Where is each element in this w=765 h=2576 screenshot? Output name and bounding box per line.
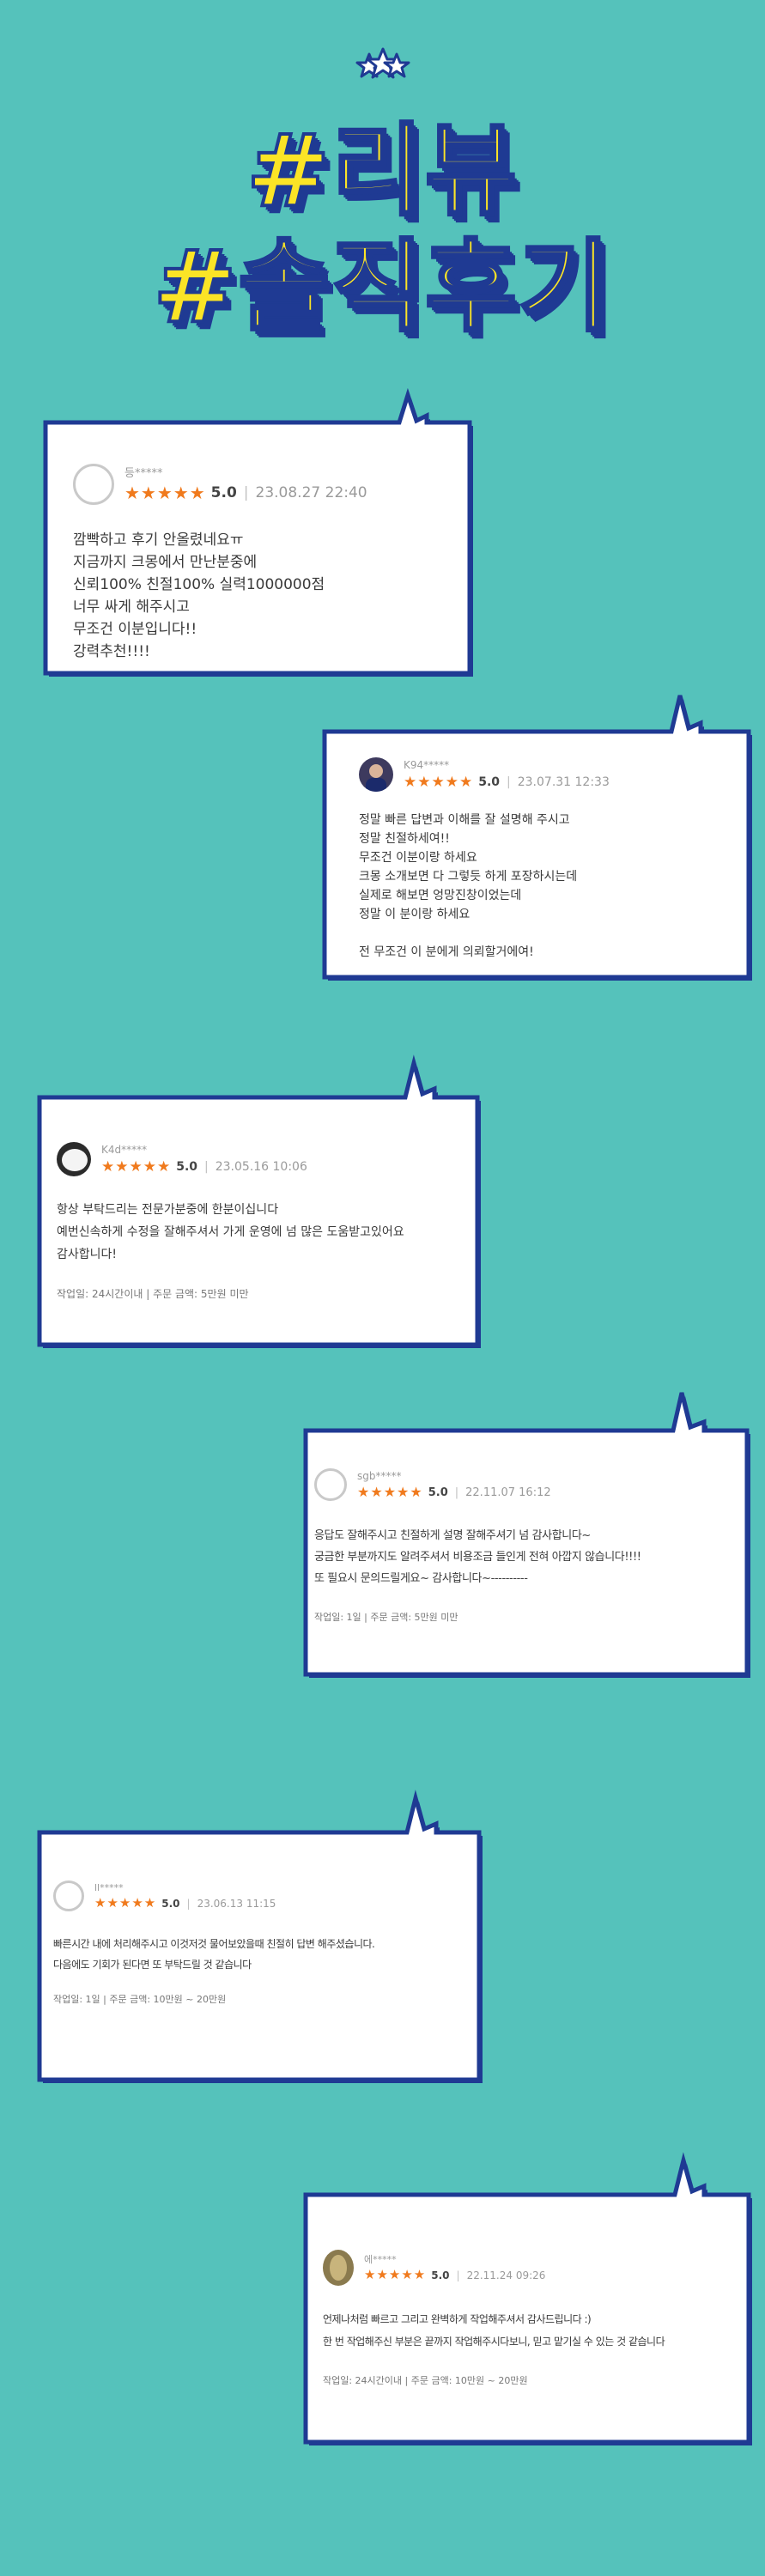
reviewer-name: ll***** [94,1881,124,1893]
divider: | [454,1485,459,1499]
avatar [73,464,114,505]
review-line: 정말 빠른 답변과 이해를 잘 설명해 주시고 [359,813,570,827]
review-line: 정말 이 분이랑 하세요 [359,908,471,921]
review-date: 22.11.24 09:26 [466,2269,546,2281]
review-card: K94***** ★★★★★ 5.0 | 23.07.31 12:33 정말 빠… [318,695,756,984]
avatar [57,1142,91,1176]
reviewer-name: K94***** [404,759,450,772]
divider: | [204,1160,209,1175]
review-card: ll***** ★★★★★ 5.0 | 23.06.13 11:15 빠른시간 … [33,1789,486,2087]
review-line: 무조건 이분이랑 하세요 [359,851,477,865]
review-text: 깜빡하고 후기 안올렸네요ㅠ 지금까지 크몽에서 만난분중에 신뢰100% 친절… [73,529,451,663]
reviewer-name: 등***** [124,467,163,481]
review-line: 깜빡하고 후기 안올렸네요ㅠ [73,532,244,549]
review-text: 빠른시간 내에 처리해주시고 이것저것 물어보았을때 친절히 답변 해주셨습니다… [53,1934,474,1975]
divider: | [507,775,511,790]
review-line: 다음에도 기회가 된다면 또 부탁드릴 것 같습니다 [53,1959,252,1971]
review-line: 빠른시간 내에 처리해주시고 이것저것 물어보았을때 친절히 답변 해주셨습니다… [53,1938,375,1950]
reviewer-name: sgb***** [357,1469,402,1482]
reviewer-name: 에***** [364,2253,397,2265]
review-date: 22.11.07 16:12 [465,1485,551,1499]
reviewer-name: K4d***** [101,1144,148,1157]
review-line: 궁금한 부분까지도 알려주셔서 비용조금 들인게 전혀 아깝지 않습니다!!!! [314,1551,641,1564]
review-line: 전 무조건 이 분에게 의뢰할거에여! [359,945,534,959]
review-text: 응답도 잘해주시고 친절하게 설명 잘해주셔기 넘 감사합니다~ 궁금한 부분까… [314,1525,744,1589]
avatar [53,1880,84,1911]
review-line: 정말 친절하세여!! [359,832,450,846]
review-text: 정말 빠른 답변과 이해를 잘 설명해 주시고 정말 친절하세여!! 무조건 이… [359,811,737,962]
header-title-honest-review: #솔직후기 [151,229,612,345]
rating-score: 5.0 [210,483,237,501]
order-info: 작업일: 1일 | 주문 금액: 10만원 ~ 20만원 [53,1994,227,2005]
review-text: 언제나처럼 빠르고 그리고 완벽하게 작업해주셔서 감사드립니다 :) 한 번 … [323,2308,749,2353]
review-date: 23.05.16 10:06 [215,1160,307,1175]
review-card: 등***** ★★★★★ 5.0 | 23.08.27 22:40 깜빡하고 후… [39,387,477,680]
avatar [323,2250,354,2286]
review-line: 언제나처럼 빠르고 그리고 완벽하게 작업해주셔서 감사드립니다 :) [323,2313,592,2325]
review-date: 23.06.13 11:15 [197,1897,276,1910]
divider: | [186,1897,191,1910]
review-line: 무조건 이분입니다!! [73,621,197,638]
review-line: 감사합니다! [57,1248,118,1261]
rating-score: 5.0 [161,1897,180,1910]
review-line [359,924,737,943]
avatar [314,1468,347,1501]
rating-stars-icon: ★★★★★ [357,1484,423,1501]
review-card: K4d***** ★★★★★ 5.0 | 23.05.16 10:06 항상 부… [33,1054,484,1352]
review-line: 예번신속하게 수정을 잘해주셔서 가게 운영에 넘 많은 도움받고있어요 [57,1225,404,1239]
review-line: 신뢰100% 친절100% 실력1000000점 [73,576,325,593]
rating-score: 5.0 [428,1485,448,1499]
review-line: 크몽 소개보면 다 그렇듯 하게 포장하시는데 [359,870,578,884]
rating-score: 5.0 [431,2269,450,2281]
order-info: 작업일: 1일 | 주문 금액: 5만원 미만 [314,1612,458,1623]
rating-stars-icon: ★★★★★ [94,1895,157,1911]
order-info: 작업일: 24시간이내 | 주문 금액: 10만원 ~ 20만원 [323,2375,528,2386]
review-date: 23.07.31 12:33 [517,775,610,790]
review-date: 23.08.27 22:40 [255,483,367,501]
review-text: 항상 부탁드리는 전문가분중에 한분이십니다 예번신속하게 수정을 잘해주셔서 … [57,1199,460,1266]
divider: | [243,483,249,501]
rating-stars-icon: ★★★★★ [101,1157,172,1176]
order-info: 작업일: 24시간이내 | 주문 금액: 5만원 미만 [57,1288,249,1300]
review-line: 강력추천!!!! [73,643,150,660]
review-line: 또 필요시 문의드릴게요~ 감사합니다~---------- [314,1572,528,1585]
review-line: 응답도 잘해주시고 친절하게 설명 잘해주셔기 넘 감사합니다~ [314,1529,591,1542]
review-line: 한 번 작업해주신 부분은 끝까지 작업해주시다보니, 믿고 맡기실 수 있는 … [323,2336,665,2348]
rating-stars-icon: ★★★★★ [124,482,206,503]
header-title-review: #리뷰 [245,113,519,229]
stars-ornament-icon [355,47,410,79]
review-line: 항상 부탁드리는 전문가분중에 한분이십니다 [57,1203,279,1217]
review-line: 너무 싸게 해주시고 [73,598,190,616]
review-card: sgb***** ★★★★★ 5.0 | 22.11.07 16:12 응답도 … [299,1392,754,1681]
rating-stars-icon: ★★★★★ [404,773,474,791]
review-line: 실제로 해보면 엉망진창이었는데 [359,889,522,902]
divider: | [456,2269,460,2281]
review-line: 지금까지 크몽에서 만난분중에 [73,554,258,571]
rating-stars-icon: ★★★★★ [364,2267,427,2283]
rating-score: 5.0 [478,775,501,790]
avatar [359,757,393,792]
rating-score: 5.0 [176,1160,198,1175]
review-card: 에***** ★★★★★ 5.0 | 22.11.24 09:26 언제나처럼 … [299,2152,756,2449]
